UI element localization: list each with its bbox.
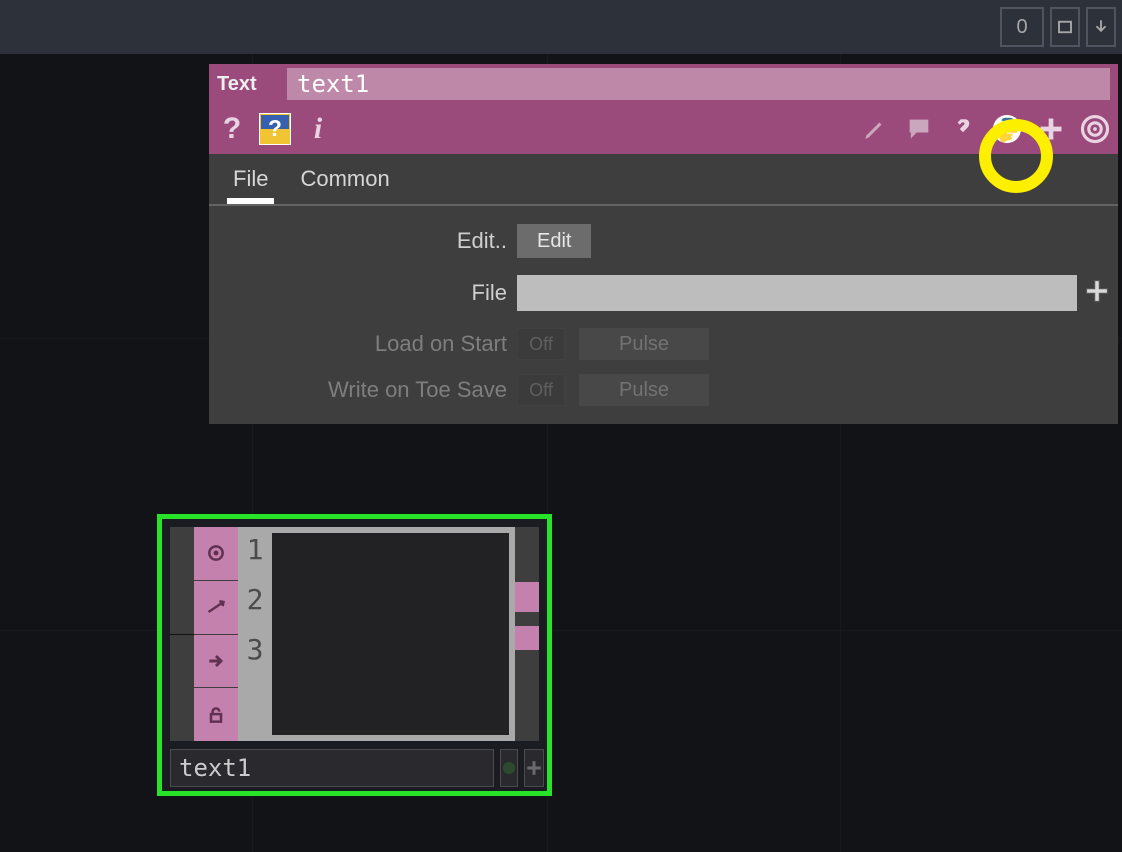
operator-type-label: Text <box>217 73 275 96</box>
node-name-input[interactable] <box>170 749 494 787</box>
clone-immune-icon[interactable] <box>194 635 238 689</box>
output-connector[interactable] <box>515 626 539 650</box>
line-number: 3 <box>238 633 272 683</box>
node-body: 1 2 3 <box>170 527 539 741</box>
lock-icon[interactable] <box>194 688 238 741</box>
operator-name-input[interactable] <box>287 68 1110 100</box>
plus-icon[interactable] <box>1034 112 1068 146</box>
brush-icon[interactable] <box>946 112 980 146</box>
parameter-grid: Edit.. Edit File Load on Start Off Pulse… <box>209 206 1118 424</box>
panel-toolbar: ? ? i <box>209 104 1118 154</box>
panel-header: Text <box>209 64 1118 104</box>
write-on-save-toggle[interactable]: Off <box>517 374 565 406</box>
viewer-active-icon[interactable] <box>194 527 238 581</box>
param-label-load-on-start: Load on Start <box>217 331 517 357</box>
text-content-area[interactable] <box>272 533 509 735</box>
file-path-input[interactable] <box>517 275 1077 311</box>
add-output-icon[interactable] <box>524 749 544 787</box>
line-number-gutter: 1 2 3 <box>238 527 272 741</box>
svg-text:?: ? <box>268 115 282 141</box>
input-connectors <box>170 527 194 741</box>
parameter-tabs: File Common <box>209 154 1118 206</box>
target-icon[interactable] <box>1078 112 1112 146</box>
node-flags-column <box>194 527 238 741</box>
tab-file[interactable]: File <box>227 158 274 204</box>
node-viewer[interactable]: 1 2 3 <box>238 527 515 741</box>
window-icon[interactable] <box>1050 7 1080 47</box>
parameter-panel: Text ? ? i File Common Edit.. <box>209 64 1118 424</box>
down-arrow-icon[interactable] <box>1086 7 1116 47</box>
file-browse-plus-icon[interactable] <box>1077 272 1117 314</box>
param-label-write-on-save: Write on Toe Save <box>217 377 517 403</box>
write-on-save-pulse[interactable]: Pulse <box>579 374 709 406</box>
cook-indicator-icon[interactable] <box>500 749 518 787</box>
node-footer <box>170 749 539 787</box>
python-icon[interactable] <box>990 112 1024 146</box>
counter-value: 0 <box>1016 16 1027 39</box>
text-dat-node[interactable]: 1 2 3 <box>157 514 552 796</box>
output-connectors <box>515 527 539 741</box>
load-on-start-pulse[interactable]: Pulse <box>579 328 709 360</box>
top-bar: 0 <box>0 0 1122 54</box>
load-on-start-toggle[interactable]: Off <box>517 328 565 360</box>
tab-common[interactable]: Common <box>294 158 395 204</box>
wiki-help-icon[interactable]: ? <box>259 113 291 145</box>
comment-icon[interactable] <box>902 112 936 146</box>
help-icon[interactable]: ? <box>215 112 249 146</box>
output-connector[interactable] <box>515 582 539 612</box>
info-icon[interactable]: i <box>301 112 335 146</box>
line-number: 2 <box>238 583 272 633</box>
edit-button[interactable]: Edit <box>517 224 591 258</box>
param-label-file: File <box>217 280 517 306</box>
line-number: 1 <box>238 533 272 583</box>
param-label-edit: Edit.. <box>217 228 517 254</box>
pencil-icon[interactable] <box>858 112 892 146</box>
bypass-icon[interactable] <box>194 581 238 635</box>
counter-button[interactable]: 0 <box>1000 7 1044 47</box>
